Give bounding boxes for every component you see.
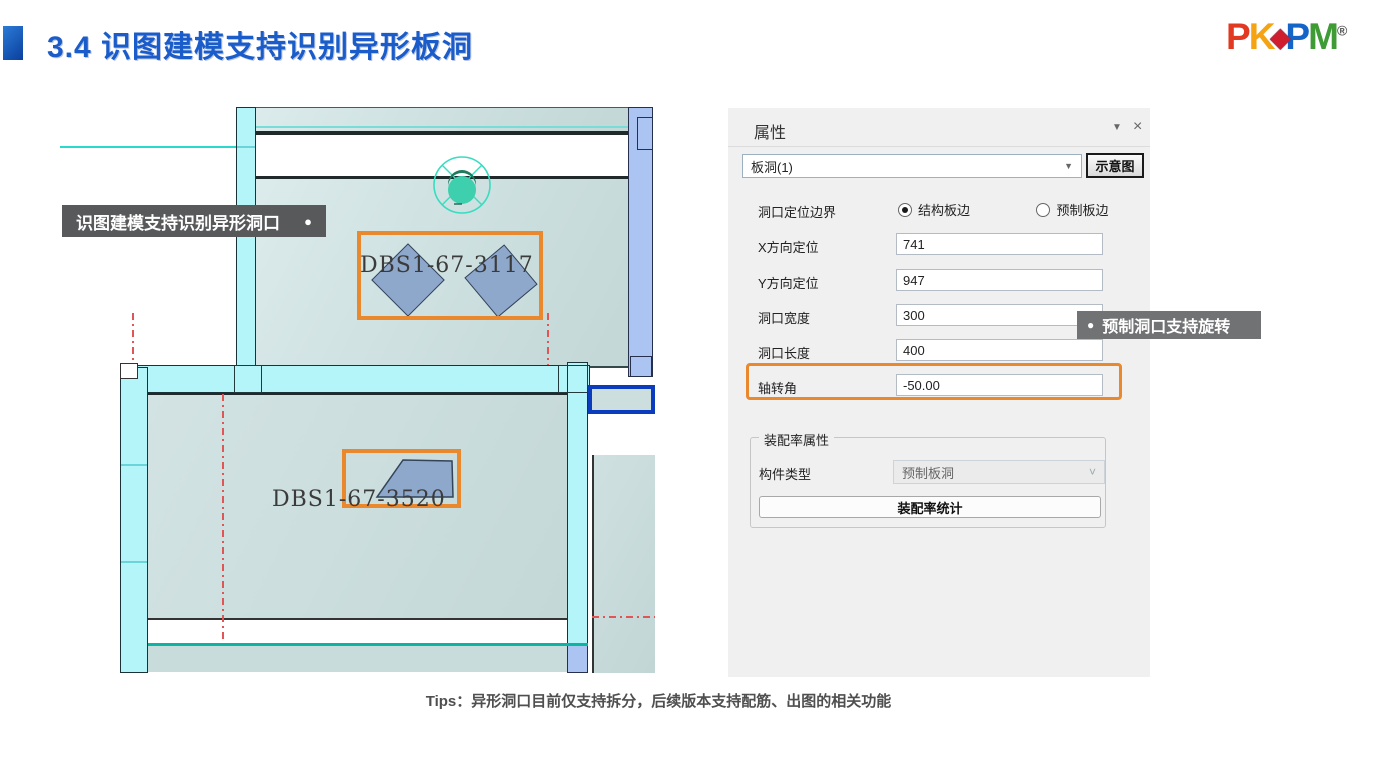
radio-precast-edge[interactable] bbox=[1036, 203, 1051, 217]
bottom-opening bbox=[148, 618, 567, 644]
axis-line-red-h bbox=[592, 616, 655, 618]
wall-notch bbox=[637, 117, 653, 150]
callout-right: ● 预制洞口支持旋转 bbox=[1077, 311, 1261, 339]
bullet-icon: ● bbox=[1087, 318, 1095, 332]
field-label-y: Y方向定位 bbox=[758, 276, 819, 291]
panel-divider bbox=[728, 146, 1150, 147]
panel-close-icon[interactable]: × bbox=[1133, 118, 1142, 136]
callout-left: 识图建模支持识别异形洞口 ● bbox=[62, 205, 326, 237]
field-label-length: 洞口长度 bbox=[758, 346, 811, 361]
right-wall-lower bbox=[567, 362, 588, 645]
column-square bbox=[558, 365, 588, 393]
top-slab bbox=[256, 107, 628, 135]
field-label-component-type: 构件类型 bbox=[759, 467, 812, 482]
logo-letter: P bbox=[1226, 16, 1251, 57]
page-title: 3.4 识图建模支持识别异形板洞 bbox=[47, 31, 474, 64]
wall-joint bbox=[121, 464, 147, 466]
left-wall-upper bbox=[236, 107, 256, 368]
column-square bbox=[120, 363, 138, 379]
radio-group-boundary: 结构板边 预制板边 bbox=[898, 200, 1108, 220]
radio-structural-edge[interactable] bbox=[898, 203, 912, 217]
axis-line-red bbox=[132, 313, 134, 363]
group-legend: 装配率属性 bbox=[759, 430, 835, 449]
logo-letter: P bbox=[1285, 16, 1310, 57]
combobox-caret-icon: ▼ bbox=[1064, 161, 1073, 171]
panel-title: 属性 bbox=[754, 125, 787, 142]
wall-joint bbox=[237, 146, 255, 148]
component-type-dropdown[interactable]: 预制板洞 ˅ bbox=[893, 460, 1105, 484]
input-hole-length[interactable] bbox=[896, 339, 1103, 361]
pkpm-logo: PK◆PM® bbox=[1226, 16, 1347, 58]
logo-letter: M bbox=[1308, 16, 1339, 57]
slab-edge-line bbox=[256, 126, 628, 128]
combobox-value: 板洞(1) bbox=[751, 159, 793, 175]
radio-label[interactable]: 预制板边 bbox=[1056, 203, 1108, 218]
rotation-target-icon bbox=[433, 156, 491, 214]
cad-view: DBS1-67-3117 DBS1-67-3520 bbox=[0, 95, 660, 677]
hole-label-2: DBS1-67-3520 bbox=[272, 487, 446, 512]
selected-wall-outline bbox=[588, 385, 655, 414]
axis-teal-line bbox=[60, 146, 236, 148]
logo-diamond-icon: ◆ bbox=[1270, 22, 1290, 52]
field-label-boundary: 洞口定位边界 bbox=[758, 205, 837, 220]
teal-beam-line bbox=[148, 643, 588, 646]
angle-highlight-box bbox=[746, 363, 1122, 400]
input-y-position[interactable] bbox=[896, 269, 1103, 291]
left-wall-lower bbox=[120, 367, 148, 673]
dropdown-value: 预制板洞 bbox=[902, 465, 955, 481]
wall-joint bbox=[121, 561, 147, 563]
hole-label-1: DBS1-67-3117 bbox=[360, 253, 534, 278]
tips-note: Tips：异形洞口目前仅支持拆分，后续版本支持配筋、出图的相关功能 bbox=[425, 693, 892, 710]
assembly-rate-group: 装配率属性 构件类型 预制板洞 ˅ 装配率统计 bbox=[750, 430, 1106, 528]
properties-panel: 属性 ▼ × 板洞(1) ▼ 示意图 洞口定位边界 结构板边 预制板边 X方向定… bbox=[728, 108, 1150, 677]
panel-collapse-icon[interactable]: ▼ bbox=[1112, 122, 1122, 133]
bullet-icon: ● bbox=[304, 213, 312, 229]
assembly-stats-button[interactable]: 装配率统计 bbox=[759, 496, 1101, 518]
column-blue-top bbox=[630, 356, 652, 377]
column-square bbox=[234, 365, 262, 393]
dropdown-chevron-icon: ˅ bbox=[1088, 465, 1096, 479]
callout-right-text: 预制洞口支持旋转 bbox=[1102, 319, 1231, 336]
radio-label[interactable]: 结构板边 bbox=[918, 203, 970, 218]
axis-line-red bbox=[222, 394, 224, 640]
input-x-position[interactable] bbox=[896, 233, 1103, 255]
field-label-width: 洞口宽度 bbox=[758, 311, 811, 326]
title-accent-square bbox=[3, 26, 23, 60]
element-type-combobox[interactable]: 板洞(1) ▼ bbox=[742, 154, 1082, 178]
schematic-button[interactable]: 示意图 bbox=[1086, 153, 1144, 178]
callout-left-text: 识图建模支持识别异形洞口 bbox=[76, 213, 280, 233]
registered-mark: ® bbox=[1336, 22, 1348, 39]
assembly-stats-button-label: 装配率统计 bbox=[897, 500, 963, 516]
schematic-button-label: 示意图 bbox=[1095, 159, 1135, 174]
middle-wall-band bbox=[134, 365, 590, 393]
field-label-x: X方向定位 bbox=[758, 240, 819, 255]
bottom-slab-strip bbox=[148, 646, 567, 672]
column-blue-bottom bbox=[567, 645, 588, 673]
input-hole-width[interactable] bbox=[896, 304, 1103, 326]
right-slab bbox=[592, 455, 655, 673]
